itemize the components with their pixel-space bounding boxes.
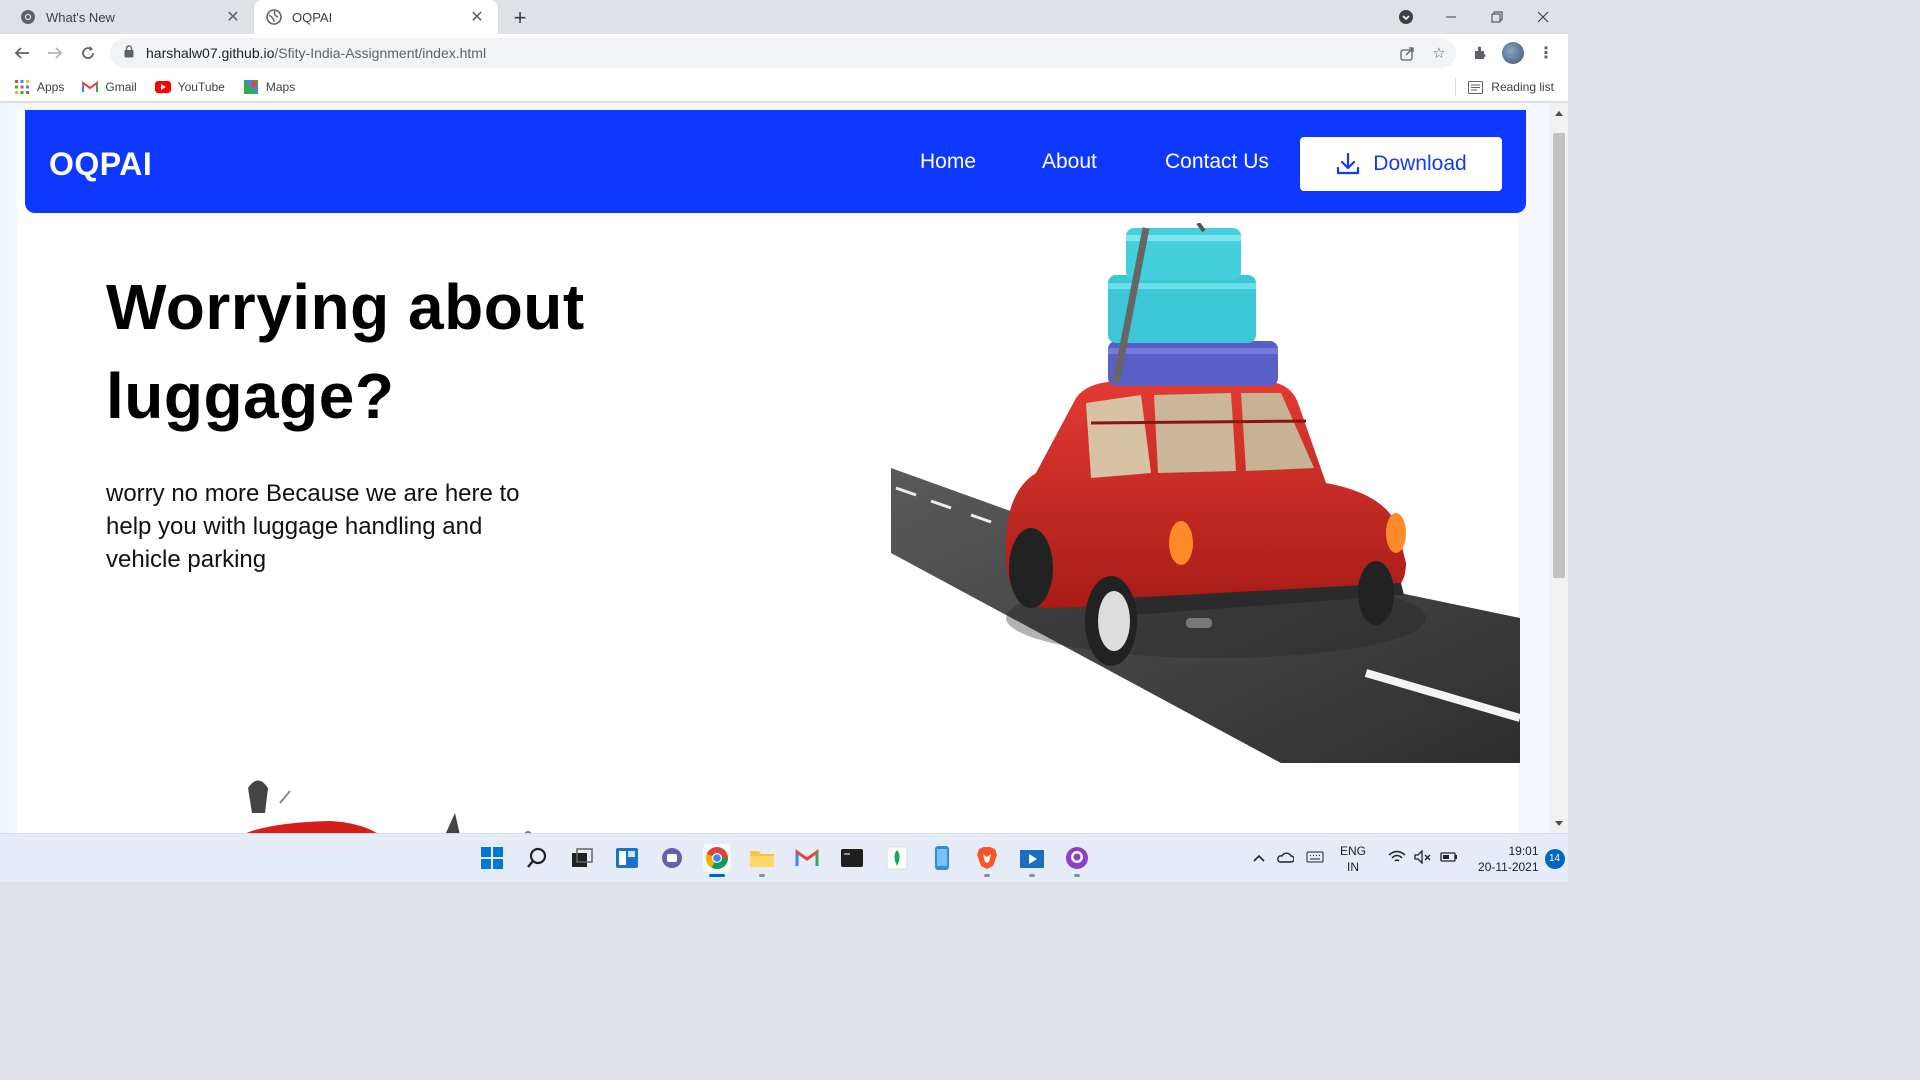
bookmark-gmail[interactable]: Gmail: [82, 79, 137, 95]
hero-title: Worrying about luggage?: [106, 271, 585, 432]
media-player-icon[interactable]: [1018, 844, 1046, 877]
download-button[interactable]: Download: [1300, 137, 1502, 191]
teams-chat-icon[interactable]: [658, 844, 686, 872]
battery-icon[interactable]: [1440, 851, 1458, 866]
onedrive-icon[interactable]: [1276, 851, 1295, 866]
nav-contact-link[interactable]: Contact Us: [1165, 150, 1269, 174]
download-icon: [1337, 152, 1360, 175]
bookmark-youtube[interactable]: YouTube: [154, 79, 225, 95]
file-explorer-icon[interactable]: [748, 844, 776, 877]
nav-home-link[interactable]: Home: [920, 150, 976, 174]
keyboard-icon[interactable]: [1306, 851, 1324, 866]
notification-badge[interactable]: 14: [1544, 848, 1565, 869]
maps-icon: [243, 79, 259, 95]
reload-icon[interactable]: [77, 42, 99, 64]
system-tray: ENG IN 19:01 20-11-2021 14: [1252, 834, 1565, 883]
extensions-icon[interactable]: [1469, 42, 1491, 64]
language-indicator[interactable]: ENG IN: [1340, 843, 1366, 875]
volume-muted-icon[interactable]: [1414, 849, 1432, 867]
bookmark-label: YouTube: [177, 79, 225, 94]
bookmarks-bar: Apps Gmail YouTube Maps Reading list: [0, 72, 1568, 102]
language-code: ENG: [1340, 843, 1367, 858]
gmail-taskbar-icon[interactable]: [793, 844, 821, 872]
tab-strip: What's New ✕ OQPAI ✕ +: [0, 0, 1568, 34]
scrollbar-thumb[interactable]: [1553, 133, 1565, 578]
divider: [1455, 78, 1457, 96]
tab-title: OQPAI: [292, 9, 333, 25]
restore-icon[interactable]: [1474, 4, 1520, 30]
running-indicator: [984, 874, 990, 877]
search-icon[interactable]: [523, 844, 551, 872]
menu-dots-icon[interactable]: ⋮: [1535, 42, 1557, 64]
youtube-icon: [154, 79, 171, 95]
wifi-icon[interactable]: [1388, 850, 1406, 867]
tab-title: What's New: [46, 9, 115, 25]
clock-time: 19:01: [1508, 843, 1539, 858]
lock-icon: [124, 45, 134, 61]
close-window-icon[interactable]: [1520, 4, 1566, 30]
hero-subtitle: worry no more Because we are here to hel…: [106, 480, 520, 573]
running-indicator: [1074, 874, 1080, 877]
tab-oqpai[interactable]: OQPAI ✕: [254, 0, 498, 34]
bookmark-apps[interactable]: Apps: [14, 79, 64, 95]
chrome-icon: [20, 9, 36, 25]
reading-list-button[interactable]: Reading list: [1455, 72, 1554, 102]
reading-list-label: Reading list: [1491, 80, 1554, 94]
tab-search-icon[interactable]: [1383, 4, 1429, 30]
tab-whats-new[interactable]: What's New ✕: [8, 0, 254, 34]
apps-grid-icon: [14, 79, 30, 95]
close-tab-icon[interactable]: ✕: [468, 7, 486, 27]
forward-icon[interactable]: [44, 42, 66, 64]
github-icon[interactable]: [1063, 844, 1091, 877]
share-icon[interactable]: [1394, 38, 1420, 68]
vertical-scrollbar[interactable]: [1550, 103, 1568, 833]
bookmark-label: Apps: [37, 79, 65, 94]
bookmark-star-icon[interactable]: ☆: [1426, 38, 1452, 68]
clock-date: 20-11-2021: [1478, 859, 1539, 874]
minimize-icon[interactable]: [1428, 4, 1474, 30]
terminal-icon[interactable]: [838, 844, 866, 872]
mongodb-icon[interactable]: [883, 844, 911, 872]
profile-avatar[interactable]: [1502, 42, 1524, 64]
chevron-up-icon[interactable]: [1252, 852, 1266, 866]
nav-about-link[interactable]: About: [1042, 150, 1097, 174]
bookmark-label: Maps: [265, 79, 296, 94]
active-indicator: [709, 874, 725, 877]
clock[interactable]: 19:01 20-11-2021: [1478, 843, 1539, 875]
widgets-icon[interactable]: [613, 844, 641, 872]
page-viewport: OQPAI Home About Contact Us Download Wor…: [0, 103, 1568, 833]
car-with-luggage-illustration: [891, 223, 1520, 763]
bookmark-maps[interactable]: Maps: [243, 79, 295, 95]
site-logo[interactable]: OQPAI: [49, 146, 152, 183]
browser-toolbar: harshalw07.github.io/Sfity-India-Assignm…: [0, 34, 1568, 72]
gmail-icon: [82, 79, 99, 95]
start-icon[interactable]: [478, 844, 506, 872]
running-indicator: [759, 874, 765, 877]
windows-taskbar: ENG IN 19:01 20-11-2021 14: [0, 833, 1568, 882]
globe-icon: [266, 9, 282, 25]
close-tab-icon[interactable]: ✕: [224, 7, 242, 27]
download-label: Download: [1373, 152, 1467, 175]
reading-list-icon: [1468, 80, 1484, 94]
url-path: /Sfity-India-Assignment/index.html: [274, 45, 487, 61]
region-code: IN: [1347, 859, 1359, 874]
scroll-up-arrow-icon[interactable]: [1555, 111, 1563, 116]
bookmark-label: Gmail: [105, 79, 137, 94]
task-view-icon[interactable]: [568, 844, 596, 872]
brave-icon[interactable]: [973, 844, 1001, 877]
new-tab-button[interactable]: +: [508, 5, 532, 31]
chrome-taskbar-icon[interactable]: [703, 844, 731, 877]
back-icon[interactable]: [11, 42, 33, 64]
site-navbar: OQPAI Home About Contact Us Download: [25, 110, 1526, 213]
scroll-down-arrow-icon[interactable]: [1555, 821, 1563, 826]
address-bar[interactable]: harshalw07.github.io/Sfity-India-Assignm…: [110, 38, 1456, 68]
second-car-illustration: [246, 780, 532, 833]
running-indicator: [1029, 874, 1035, 877]
url-host: harshalw07.github.io: [146, 45, 275, 61]
phone-link-icon[interactable]: [928, 844, 956, 872]
